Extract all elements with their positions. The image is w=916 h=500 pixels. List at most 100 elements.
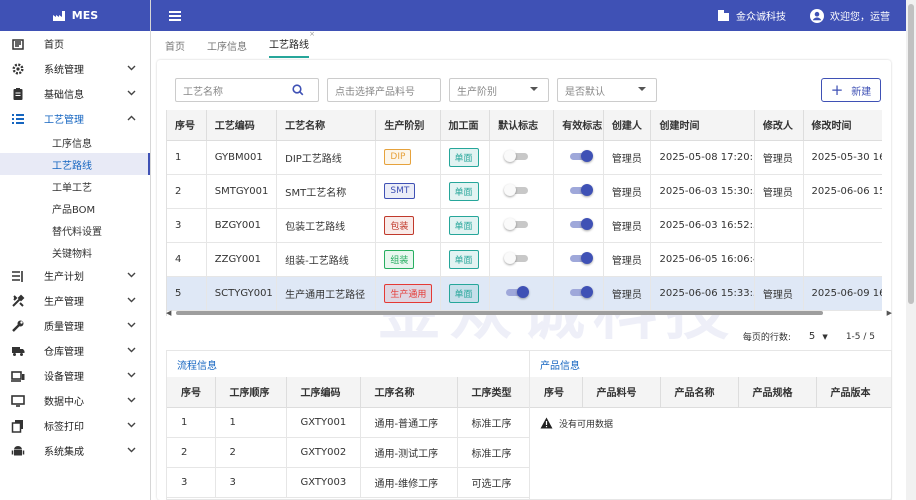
vertical-scrollbar-thumb[interactable] [908,4,914,304]
sidebar-item-5[interactable]: 生产管理 [0,288,150,313]
search-icon[interactable] [292,84,304,96]
valid-toggle[interactable] [570,149,594,162]
product-info-panel: 产品信息 序号 产品料号 产品名称 产品规格 产品版本 没有可用数据 [529,350,892,500]
process-cell: 标准工序 [457,437,529,468]
default-select[interactable]: 是否默认 [557,78,657,102]
scroll-left-icon[interactable]: ◀ [166,309,171,317]
product-info-title: 产品信息 [540,360,580,372]
sidebar-item-1[interactable]: 系统管理 [0,56,150,81]
sidebar-item-6[interactable]: 质量管理 [0,313,150,338]
sidebar-item-3[interactable]: 工艺管理 [0,106,150,131]
user-greeting[interactable]: 欢迎您，运营 [830,8,890,23]
filter-bar: 工艺名称 点击选择产品料号 生产阶别 是否默认 + 新建 [175,78,881,102]
table-row[interactable]: 1 GYBM001 DIP工艺路线 DIP 单面 管理员 2025-05-08 17:20:… [167,140,882,175]
route-name-input[interactable]: 工艺名称 [175,78,319,102]
sidebar-subitem-3[interactable]: 产品BOM [0,197,150,219]
process-cell: 通用-维修工序 [360,467,458,498]
factory-icon [52,10,65,21]
scroll-right-icon[interactable]: ▶ [887,309,892,317]
column-header: 修改人 [754,110,804,141]
valid-toggle[interactable] [570,285,594,298]
new-button-label: 新建 [851,86,872,98]
cell-modified [803,208,882,243]
stage-tag: 组装 [384,249,415,269]
toggle-knob [504,149,517,162]
cell-valid [553,276,604,311]
cell-valid [553,242,604,277]
column-header: 加工面 [440,110,491,141]
account-icon[interactable] [810,8,824,23]
cell-name: DIP工艺路线 [276,140,377,175]
face-tag: 单面 [448,181,479,201]
rows-per-page-select[interactable]: 5 ▼ [809,331,828,342]
sidebar-subitem-1[interactable]: 工艺路线 [0,153,150,175]
product-select-input[interactable]: 点击选择产品料号 [327,78,441,102]
table-row[interactable]: 2 SMTGY001 SMT工艺名称 SMT 单面 管理员 2025-06-03 15:30… [167,174,882,209]
column-header: 默认标志 [489,110,555,141]
valid-toggle[interactable] [570,251,594,264]
cell-name: SMT工艺名称 [276,174,377,209]
sidebar-subitem-4[interactable]: 替代料设置 [0,219,150,241]
cell-valid [553,140,604,175]
menu-toggle-icon[interactable] [169,10,181,21]
cell-stage: 包装 [375,208,441,243]
sidebar-subitem-5[interactable]: 关键物料 [0,241,150,263]
tab-close-icon[interactable]: × [309,30,315,38]
app-logo[interactable]: MES [0,0,150,31]
gear-icon [10,61,26,77]
sidebar-subitem-0[interactable]: 工序信息 [0,131,150,153]
cell-modified [803,242,882,277]
sidebar-item-4[interactable]: 生产计划 [0,263,150,288]
new-button[interactable]: + 新建 [821,78,881,102]
default-toggle[interactable] [504,149,529,162]
tab-home[interactable]: 首页 [165,38,185,58]
sidebar-item-11[interactable]: 系统集成 [0,438,150,463]
tabs-bar: 首页 工序信息 工艺路线 × [151,30,906,58]
chevron-down-icon [127,270,136,281]
cell-created: 2025-06-03 16:52:34 [650,208,755,243]
cell-stage: 组装 [375,242,441,277]
face-tag: 单面 [448,147,479,167]
default-toggle[interactable] [504,217,529,230]
product-column-header: 产品版本 [816,377,891,408]
chevron-down-icon [127,395,136,406]
warning-icon [540,417,553,429]
process-row[interactable]: 2 2 GXTY002 通用-测试工序 标准工序 [167,437,529,468]
cell-creator: 管理员 [603,208,652,243]
tab-process-route[interactable]: 工艺路线 × [269,30,315,58]
sidebar-subitem-2[interactable]: 工单工艺 [0,175,150,197]
process-row[interactable]: 1 1 GXTY001 通用-普通工序 标准工序 [167,407,529,438]
cell-stage: DIP [375,140,441,175]
no-data-message: 没有可用数据 [530,408,891,439]
default-toggle[interactable] [504,183,529,196]
sidebar-item-10[interactable]: 标签打印 [0,413,150,438]
sidebar-item-7[interactable]: 仓库管理 [0,338,150,363]
vertical-scrollbar[interactable] [906,0,916,500]
cell-face: 单面 [440,140,491,175]
cell-no: 1 [167,140,207,175]
table-row[interactable]: 4ZZGY001组装-工艺路线组装 单面 管理员2025-06-05 16:06:4… [167,242,882,277]
home-icon [10,36,26,52]
sidebar-item-0[interactable]: 首页 [0,31,150,56]
table-row[interactable]: 5 SCTYGY001 生产通用工艺路径 生产通用 单面 管理员 2025-06-06 15… [167,276,882,311]
horizontal-scrollbar[interactable]: ◀ ▶ [166,309,892,317]
table-row[interactable]: 3BZGY001包装工艺路线包装 单面 管理员2025-06-03 16:52:34 [167,208,882,243]
sidebar-item-8[interactable]: 设备管理 [0,363,150,388]
default-toggle[interactable] [504,251,529,264]
rows-per-page-label: 每页的行数: [742,333,791,343]
valid-toggle[interactable] [570,217,594,230]
tab-process-info[interactable]: 工序信息 [207,38,247,58]
valid-toggle[interactable] [570,183,594,196]
stage-select[interactable]: 生产阶别 [449,78,549,102]
scrollbar-thumb[interactable] [176,311,823,315]
sidebar-item-2[interactable]: 基础信息 [0,81,150,106]
chevron-down-icon [127,63,136,74]
default-toggle[interactable] [506,285,530,298]
process-row[interactable]: 3 3 GXTY003 通用-维修工序 可选工序 [167,467,529,498]
topbar: 金众诚科技 欢迎您，运营 [151,0,916,31]
sidebar-item-9[interactable]: 数据中心 [0,388,150,413]
default-placeholder: 是否默认 [565,86,605,98]
chevron-down-icon [127,295,136,306]
stage-tag: SMT [384,183,416,199]
toggle-knob [581,149,594,162]
